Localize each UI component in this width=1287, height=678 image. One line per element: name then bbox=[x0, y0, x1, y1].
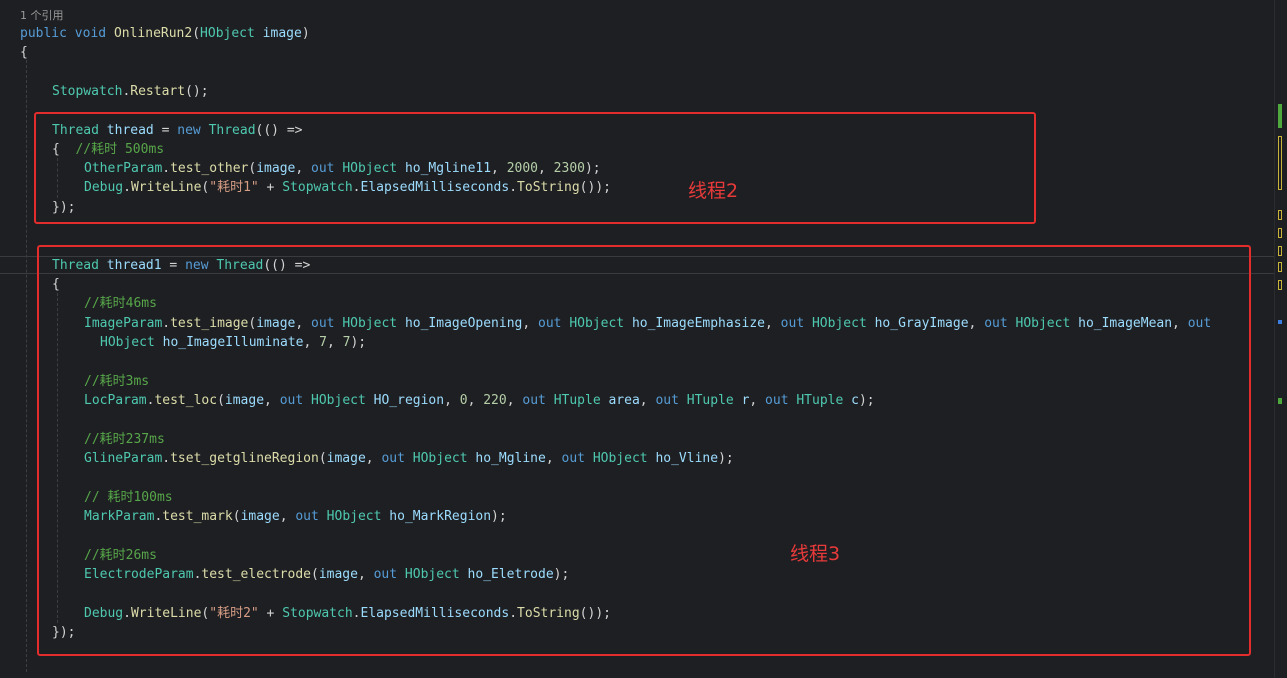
annotation-box-thread3 bbox=[37, 245, 1251, 656]
code-line-method-signature[interactable]: public void OnlineRun2(HObject image) bbox=[20, 24, 310, 43]
codelens-references[interactable]: 1 个引用 bbox=[20, 6, 64, 25]
indent-guide bbox=[26, 60, 27, 672]
code-line-open-brace[interactable]: { bbox=[20, 43, 28, 62]
scroll-marker bbox=[1278, 136, 1282, 190]
scroll-marker bbox=[1278, 210, 1282, 220]
scroll-marker bbox=[1278, 104, 1282, 128]
overview-scrollbar[interactable] bbox=[1274, 0, 1287, 678]
annotation-box-thread2 bbox=[34, 112, 1036, 224]
scroll-marker bbox=[1278, 246, 1282, 256]
scroll-marker bbox=[1278, 280, 1282, 290]
annotation-label-thread3: 线程3 bbox=[790, 543, 841, 565]
scroll-marker bbox=[1278, 228, 1282, 238]
code-editor[interactable]: 1 个引用 public void OnlineRun2(HObject ima… bbox=[0, 0, 1287, 678]
annotation-label-thread2: 线程2 bbox=[688, 180, 739, 202]
scroll-marker bbox=[1278, 262, 1282, 272]
scroll-marker bbox=[1278, 398, 1282, 404]
scroll-marker bbox=[1278, 320, 1282, 324]
code-line-stopwatch-restart[interactable]: Stopwatch.Restart(); bbox=[52, 82, 209, 101]
